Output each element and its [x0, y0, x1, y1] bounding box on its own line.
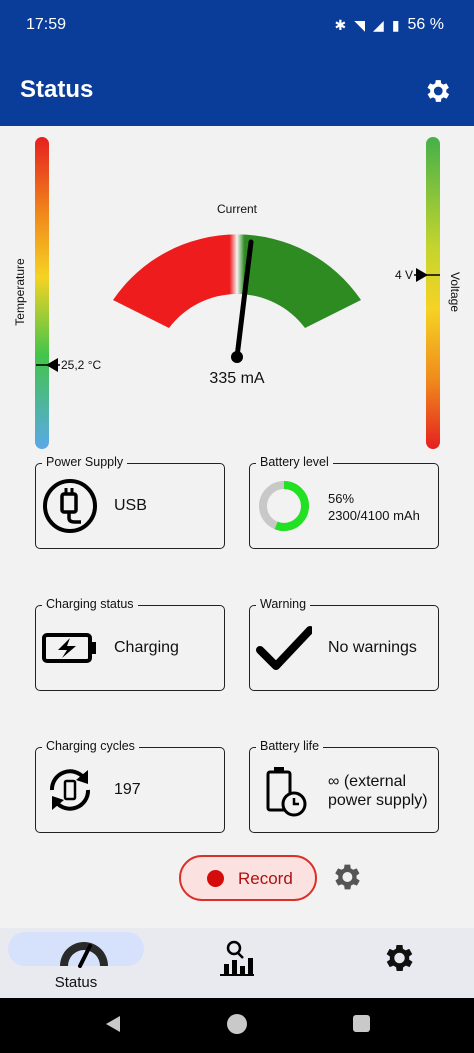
charging-status-value: Charging: [114, 639, 179, 656]
temperature-marker-icon: [36, 358, 60, 372]
nav-status-label[interactable]: Status: [55, 974, 98, 991]
back-icon[interactable]: [104, 1014, 122, 1034]
battery-life-value: ∞ (external power supply): [328, 772, 428, 810]
current-value: 335 mA: [209, 370, 265, 387]
battery-life-card: Battery life ∞ (external power supply): [249, 739, 439, 833]
battery-capacity-value: 2300/4100 mAh: [328, 508, 420, 523]
system-navigation-bar: [0, 998, 474, 1053]
card-title: Battery life: [256, 739, 324, 753]
card-title: Power Supply: [42, 455, 128, 469]
battery-charging-icon: [42, 633, 96, 663]
usb-plug-icon: [43, 479, 97, 533]
nav-item-status[interactable]: [8, 932, 144, 968]
battery-icon: ▮: [391, 16, 400, 33]
signal-icon: ◢: [373, 16, 384, 33]
voltage-scale: [426, 137, 440, 449]
gauge-pivot: [231, 351, 243, 363]
battery-clock-icon: [266, 767, 307, 817]
home-icon[interactable]: [227, 1014, 247, 1034]
gauge-icon: [60, 942, 108, 968]
cycle-arrows-icon: [49, 769, 91, 811]
battery-level-card: Battery level 56% 2300/4100 mAh: [249, 455, 439, 549]
nav-settings-gear-icon[interactable]: [380, 940, 416, 976]
temperature-value: 25,2 °C: [61, 358, 102, 372]
record-button[interactable]: Record: [179, 855, 317, 901]
system-status-bar: 17:59 ✱ ◥ ◢ ▮ 56 %: [0, 0, 474, 56]
recents-icon[interactable]: [353, 1015, 370, 1032]
record-settings-gear-icon[interactable]: [329, 860, 363, 894]
status-icons: ✱ ◥ ◢ ▮ 56 %: [335, 16, 444, 34]
record-dot-icon: [207, 870, 224, 887]
checkmark-icon: [256, 626, 312, 670]
app-bar: Status: [0, 56, 474, 126]
gauge-arc: [113, 234, 361, 328]
clock: 17:59: [26, 16, 67, 33]
battery-life-line2: power supply): [328, 792, 428, 809]
bluetooth-icon: ✱: [334, 16, 347, 33]
power-supply-value: USB: [114, 497, 147, 514]
card-title: Warning: [256, 597, 311, 611]
current-gauge: [113, 234, 361, 363]
page-title: Status: [20, 76, 94, 103]
warning-card: Warning No warnings: [249, 597, 439, 691]
wifi-icon: ◥: [354, 16, 366, 33]
battery-life-line1: ∞ (external: [328, 773, 407, 790]
temperature-scale: [35, 137, 49, 449]
voltage-marker-icon: [414, 268, 440, 282]
battery-ring-icon: [259, 481, 309, 531]
battery-percent: 56 %: [407, 16, 444, 33]
warning-value: No warnings: [328, 639, 417, 656]
card-title: Charging cycles: [42, 739, 139, 753]
stats-person-icon[interactable]: [220, 940, 254, 976]
voltage-value: 4 V: [395, 268, 414, 282]
voltage-label: Voltage: [448, 271, 462, 313]
charging-cycles-card: Charging cycles 197: [35, 739, 225, 833]
temperature-label: Temperature: [13, 258, 27, 326]
record-label: Record: [238, 869, 293, 888]
bottom-navigation: Status: [0, 928, 474, 998]
gear-icon[interactable]: [422, 76, 452, 106]
card-title: Battery level: [256, 455, 333, 469]
charging-status-card: Charging status Charging: [35, 597, 225, 691]
card-title: Charging status: [42, 597, 138, 611]
power-supply-card: Power Supply USB: [35, 455, 225, 549]
battery-percent-value: 56%: [328, 491, 355, 506]
charging-cycles-value: 197: [114, 781, 141, 798]
